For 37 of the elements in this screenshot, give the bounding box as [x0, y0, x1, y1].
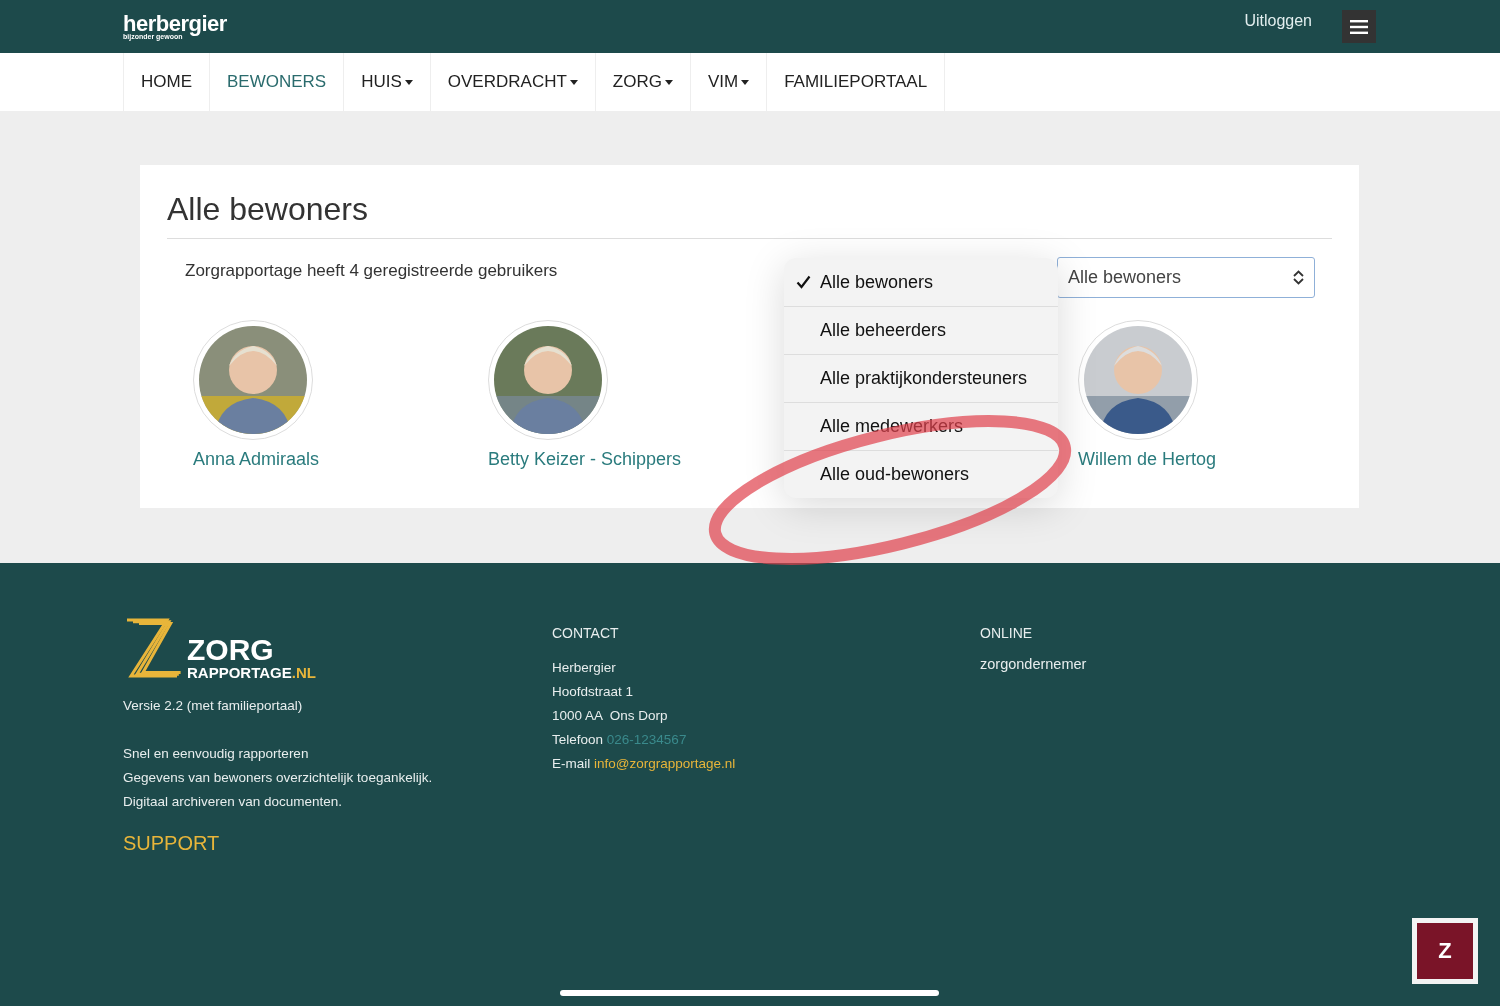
- filter-select[interactable]: Alle bewoners: [1057, 257, 1315, 298]
- address-line: 1000 AA Ons Dorp: [552, 707, 669, 725]
- column-heading: CONTACT: [552, 625, 620, 641]
- option-label: Alle bewoners: [820, 271, 934, 293]
- chat-button[interactable]: Z: [1412, 918, 1478, 984]
- logo-subtitle: RAPPORTAGE: [187, 665, 292, 680]
- support-link[interactable]: SUPPORT: [123, 832, 552, 855]
- resident-name-link[interactable]: Willem de Hertog: [1078, 449, 1217, 470]
- column-heading: ONLINE: [980, 625, 1034, 641]
- option-label: Alle beheerders: [820, 320, 947, 341]
- logo-name: herbergier: [123, 13, 227, 35]
- email-link[interactable]: info@zorgrapportage.nl: [594, 756, 736, 771]
- logout-link[interactable]: Uitloggen: [1244, 12, 1312, 30]
- online-link[interactable]: zorgondernemer: [980, 656, 1380, 672]
- dropdown-option[interactable]: Alle beheerders: [784, 306, 1058, 354]
- feature-text: Gegevens van bewoners overzichtelijk toegankelijk.: [123, 769, 434, 787]
- address-line: Herbergier: [552, 659, 617, 677]
- feature-text: Digitaal archiveren van documenten.: [123, 793, 344, 811]
- feature-text: Snel en eenvoudig rapporteren: [123, 745, 310, 763]
- chevron-updown-icon: [1293, 270, 1304, 285]
- logo-title: ZORG: [187, 635, 275, 665]
- resident-name-link[interactable]: Anna Admiraals: [193, 449, 320, 470]
- address-line: Hoofdstraat 1: [552, 683, 635, 701]
- option-label: Alle oud-bewoners: [820, 464, 970, 485]
- logo-suffix: .NL: [291, 665, 316, 680]
- menu-button[interactable]: [1342, 10, 1376, 43]
- dropdown-option[interactable]: Alle oud-bewoners: [784, 450, 1058, 498]
- version-text: Versie 2.2 (met familieportaal): [123, 697, 304, 715]
- option-label: Alle praktijkondersteuners: [820, 368, 1028, 389]
- resident-name-link[interactable]: Betty Keizer - Schippers: [488, 449, 682, 470]
- page-title: Alle bewoners: [167, 191, 1332, 239]
- dropdown-option[interactable]: Alle praktijkondersteuners: [784, 354, 1058, 402]
- dropdown-option[interactable]: Alle bewoners: [784, 258, 1058, 306]
- user-count-text: Zorgrapportage heeft 4 geregistreerde gebruikers: [185, 261, 558, 281]
- menu-icon: [1350, 19, 1368, 34]
- phone-line: Telefoon 026-1234567: [552, 731, 688, 749]
- email-line: E-mail info@zorgrapportage.nl: [552, 755, 737, 773]
